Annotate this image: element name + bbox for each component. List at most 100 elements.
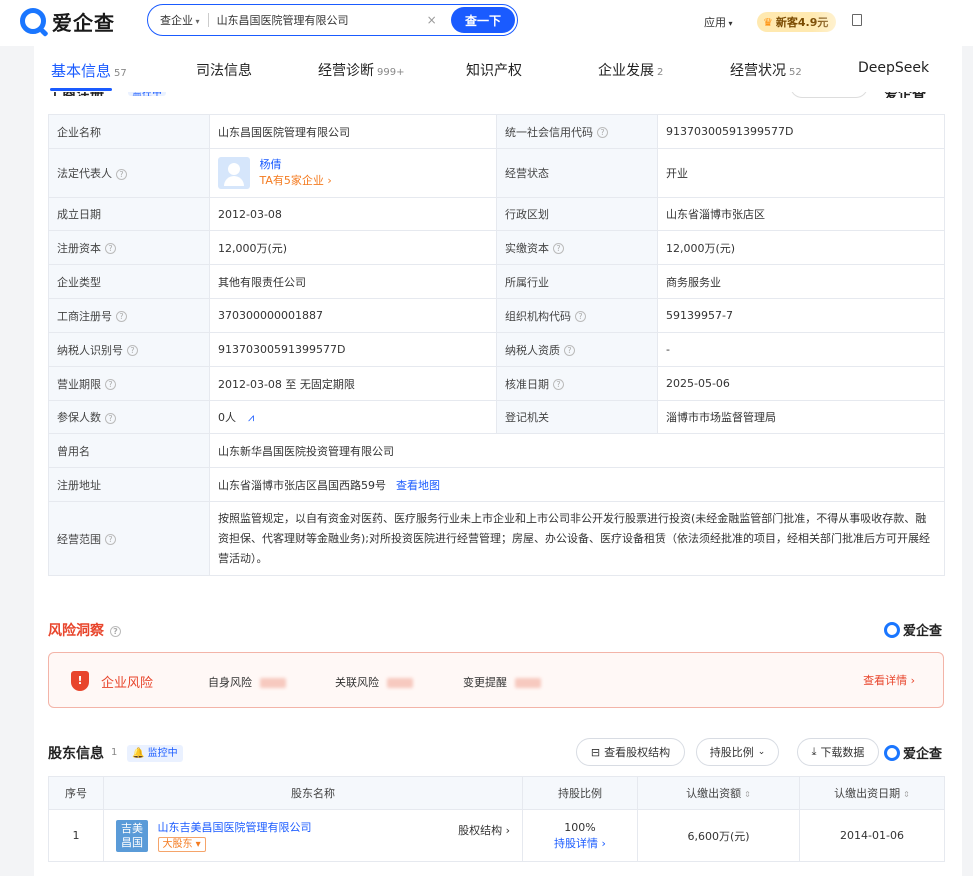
logo-text: 爱企查 — [52, 10, 115, 35]
tab-judicial-info[interactable]: 司法信息 — [196, 60, 252, 80]
help-icon[interactable]: ? — [116, 168, 127, 180]
tab-deepseek[interactable]: DeepSeek — [858, 60, 929, 76]
table-row: 1 吉美昌国 山东吉美昌国医院管理有限公司 大股东 ▾ 股权结构 › 100% 持股… — [48, 809, 945, 862]
help-icon[interactable]: ? — [105, 534, 116, 545]
type-value: 其他有限责任公司 — [209, 264, 497, 299]
column-header-date[interactable]: 认缴出资日期 ⇕ — [799, 776, 945, 810]
tab-business-diagnosis[interactable]: 经营诊断 999+ — [318, 60, 404, 80]
tab-basic-info[interactable]: 基本信息 57 — [51, 60, 127, 81]
trend-chart-icon[interactable]: ⩘ — [248, 411, 254, 424]
download-data-button[interactable]: ⤓ 下载数据 — [797, 738, 879, 766]
company-name-value: 山东昌国医院管理有限公司 — [209, 114, 497, 149]
help-icon[interactable]: ? — [564, 345, 575, 356]
former-name-label: 曾用名 — [48, 433, 210, 468]
search-divider — [207, 13, 209, 27]
clear-icon[interactable]: × — [427, 13, 437, 27]
search-button[interactable]: 查一下 — [451, 7, 515, 33]
legal-rep-name[interactable]: 杨倩 — [260, 158, 282, 171]
org-code-value: 59139957-7 — [657, 298, 945, 333]
amount-value: 6,600万(元) — [637, 809, 800, 862]
term-value: 2012-03-08 至 无固定期限 — [209, 366, 497, 401]
shield-icon: ! — [71, 671, 89, 691]
related-risk-item[interactable]: 关联风险 — [335, 674, 413, 690]
status-value: 开业 — [657, 148, 945, 198]
help-icon[interactable]: ? — [597, 127, 608, 138]
taxpayer-qual-value: - — [657, 332, 945, 367]
help-icon[interactable]: ? — [127, 345, 138, 356]
holding-details-link[interactable]: 持股详情 › — [554, 837, 606, 850]
help-icon[interactable]: ? — [105, 379, 116, 390]
tab-intellectual-property[interactable]: 知识产权 — [466, 60, 522, 80]
scope-label: 经营范围? — [48, 501, 210, 576]
row-index: 1 — [48, 809, 104, 862]
active-tab-indicator — [50, 88, 112, 91]
shareholders-table: 序号 股东名称 持股比例 认缴出资额 ⇕ 认缴出资日期 ⇕ 1 吉美昌国 山东吉美昌… — [48, 776, 945, 862]
founded-value: 2012-03-08 — [209, 197, 497, 231]
change-alert-item[interactable]: 变更提醒 — [463, 674, 541, 690]
logo-icon — [20, 8, 46, 34]
ratio-filter-button[interactable]: 持股比例 ⌄ — [696, 738, 779, 766]
status-label: 经营状态 — [496, 148, 658, 198]
help-icon[interactable]: ? — [553, 379, 564, 390]
paid-capital-value: 12,000万(元) — [657, 230, 945, 265]
help-icon[interactable]: ? — [116, 311, 127, 322]
brand-logo-icon — [884, 621, 900, 638]
company-logo: 吉美昌国 — [116, 819, 148, 852]
help-icon[interactable]: ? — [575, 311, 586, 322]
credit-code-label: 统一社会信用代码? — [496, 114, 658, 149]
logo[interactable]: 爱企查 — [20, 6, 115, 36]
help-icon[interactable]: ? — [105, 412, 116, 424]
top-header: 爱企查 查企业 × 查一下 应用 ♛新客4.9元 — [0, 0, 973, 46]
ratio-cell: 100% 持股详情 › — [522, 809, 638, 862]
bell-icon: 🔔 — [132, 748, 145, 759]
equity-structure-link[interactable]: 股权结构 › — [458, 822, 510, 838]
self-risk-item[interactable]: 自身风险 — [208, 674, 286, 690]
risk-details-link[interactable]: 查看详情 › — [863, 672, 915, 688]
chevron-down-icon: ⌄ — [757, 747, 766, 757]
legal-rep-companies-link[interactable]: TA有5家企业 › — [260, 174, 332, 187]
business-info-table: 企业名称 山东昌国医院管理有限公司 统一社会信用代码? 913703005913… — [48, 114, 945, 576]
reg-no-label: 工商注册号? — [48, 298, 210, 333]
avatar[interactable] — [218, 157, 250, 189]
type-label: 企业类型 — [48, 264, 210, 299]
help-icon[interactable]: ? — [105, 243, 116, 254]
tab-development[interactable]: 企业发展 2 — [598, 60, 663, 80]
shareholders-title: 股东信息 — [48, 746, 104, 762]
help-icon[interactable]: ? — [110, 625, 121, 637]
term-label: 营业期限? — [48, 366, 210, 401]
brand-logo-icon — [884, 744, 900, 761]
view-map-link[interactable]: 查看地图 — [396, 479, 440, 492]
column-header-amount[interactable]: 认缴出资额 ⇕ — [637, 776, 800, 810]
search-scope-select[interactable]: 查企业 — [148, 12, 200, 28]
company-name-label: 企业名称 — [48, 114, 210, 149]
message-icon[interactable] — [852, 14, 862, 26]
risk-panel[interactable]: ! 企业风险 自身风险 关联风险 变更提醒 查看详情 › — [48, 652, 944, 708]
search-input[interactable] — [216, 13, 417, 27]
header-fade — [812, 8, 912, 36]
taxpayer-id-label: 纳税人识别号? — [48, 332, 210, 367]
equity-structure-button[interactable]: ⊟ 查看股权结构 — [576, 738, 685, 766]
scope-value: 按照监管规定，以自有资金对医药、医疗服务行业未上市企业和上市公司非公开发行股票进… — [209, 501, 945, 576]
address-value: 山东省淄博市张店区昌国西路59号 查看地图 — [209, 467, 945, 502]
taxpayer-qual-label: 纳税人资质? — [496, 332, 658, 367]
authority-label: 登记机关 — [496, 400, 658, 434]
reg-capital-value: 12,000万(元) — [209, 230, 497, 265]
tab-operations[interactable]: 经营状况 52 — [730, 60, 802, 80]
enterprise-risk-label: 企业风险 — [101, 676, 154, 691]
major-shareholder-tag[interactable]: 大股东 ▾ — [157, 836, 206, 852]
search-bar: 查企业 × 查一下 — [147, 4, 518, 36]
paid-capital-label: 实缴资本? — [496, 230, 658, 265]
shareholder-name-link[interactable]: 山东吉美昌国医院管理有限公司 — [158, 821, 312, 834]
sort-icon: ⇕ — [903, 790, 910, 799]
date-value: 2014-01-06 — [799, 809, 945, 862]
structure-icon: ⊟ — [590, 745, 601, 759]
legal-rep-value: 杨倩 TA有5家企业 › — [209, 148, 497, 198]
shareholders-monitor-badge[interactable]: 🔔 监控中 — [127, 745, 183, 762]
shareholder-cell: 吉美昌国 山东吉美昌国医院管理有限公司 大股东 ▾ 股权结构 › — [103, 809, 523, 862]
district-label: 行政区划 — [496, 197, 658, 231]
download-icon: ⤓ — [811, 745, 817, 758]
founded-label: 成立日期 — [48, 197, 210, 231]
apps-menu[interactable]: 应用 — [704, 14, 733, 30]
insured-value: 0人 ⩘ — [209, 400, 497, 434]
help-icon[interactable]: ? — [553, 243, 564, 254]
